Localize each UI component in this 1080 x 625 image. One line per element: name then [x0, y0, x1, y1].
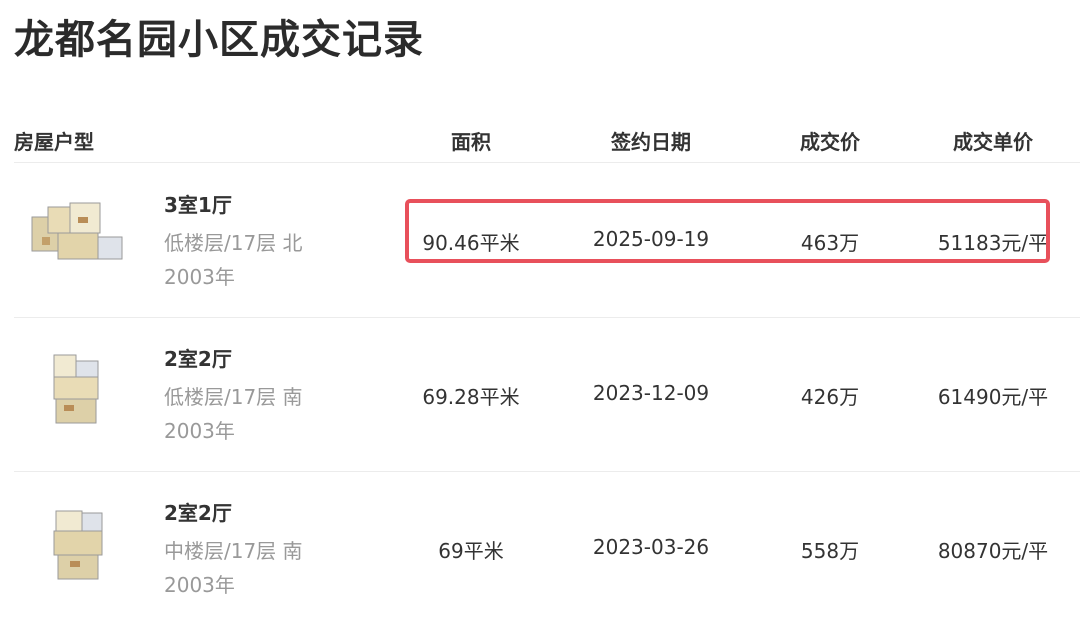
floorplan-thumbnail[interactable]: [18, 501, 136, 585]
row-unit-price: 61490元/平: [937, 385, 1049, 409]
row-layout: 2室2厅: [164, 347, 232, 371]
header-area[interactable]: 面积: [385, 126, 557, 155]
floorplan-thumbnail[interactable]: [18, 347, 136, 431]
row-date: 2023-03-26: [592, 535, 710, 559]
row-area: 69.28平米: [422, 385, 520, 409]
row-date: 2023-12-09: [592, 381, 710, 405]
row-floor: 低楼层/17层 南: [164, 385, 303, 409]
row-year: 2003年: [164, 419, 235, 443]
row-year: 2003年: [164, 265, 235, 289]
row-area: 69平米: [438, 539, 504, 563]
row-price: 558万: [800, 539, 860, 563]
header-type[interactable]: 房屋户型: [14, 126, 94, 155]
row-floor: 低楼层/17层 北: [164, 231, 303, 255]
page-title: 龙都名园小区成交记录: [14, 17, 424, 63]
row-price: 426万: [800, 385, 860, 409]
header-price[interactable]: 成交价: [755, 126, 905, 155]
row-unit-price: 80870元/平: [937, 539, 1049, 563]
floorplan-thumbnail[interactable]: [18, 193, 136, 277]
table-row[interactable]: 2室2厅 中楼层/17层 南 2003年 69平米 2023-03-26 558…: [14, 471, 1080, 625]
highlight-box: [405, 199, 1050, 263]
header-date[interactable]: 签约日期: [568, 126, 734, 155]
table-header: 房屋户型 面积 签约日期 成交价 成交单价: [14, 118, 1080, 163]
row-layout: 2室2厅: [164, 501, 232, 525]
table-row[interactable]: 2室2厅 低楼层/17层 南 2003年 69.28平米 2023-12-09 …: [14, 317, 1080, 472]
row-year: 2003年: [164, 573, 235, 597]
row-layout: 3室1厅: [164, 193, 232, 217]
row-floor: 中楼层/17层 南: [164, 539, 303, 563]
header-unit-price[interactable]: 成交单价: [906, 126, 1080, 155]
